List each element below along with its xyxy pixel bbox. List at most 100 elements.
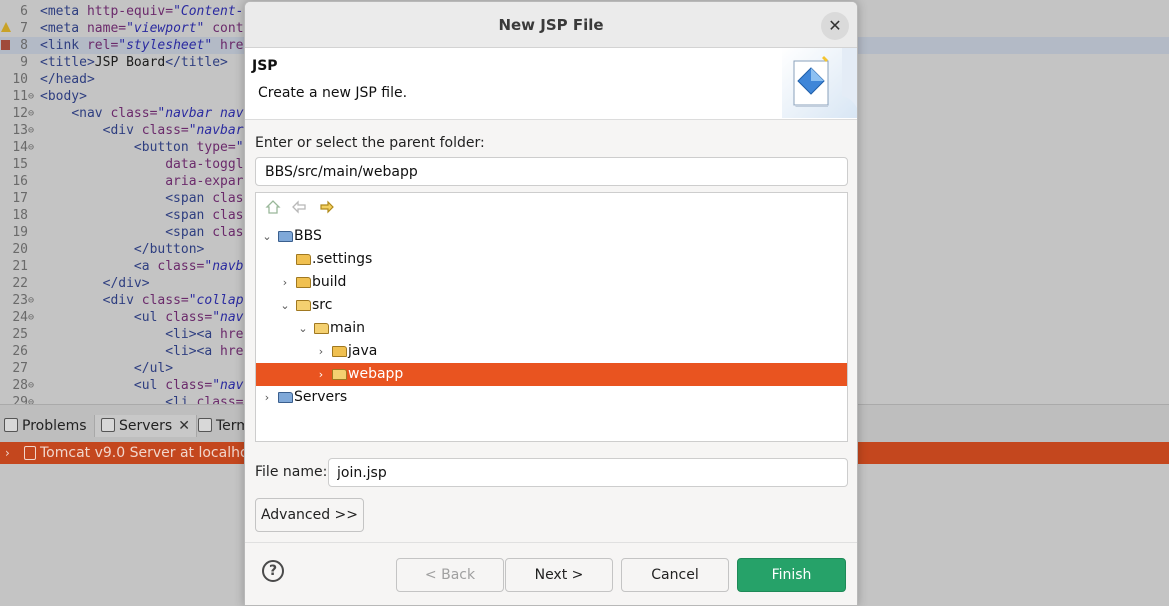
chevron-down-icon[interactable]: ⌄ (278, 294, 292, 317)
code-token: class= (196, 395, 244, 404)
line-number: 6 (20, 4, 28, 19)
tree-item-webapp[interactable]: › webapp (256, 363, 847, 386)
code-token: <span (165, 225, 213, 240)
fold-toggle-icon[interactable]: ⊖ (28, 394, 38, 404)
code-text: <ul class="nav (40, 309, 244, 326)
tree-item-build[interactable]: › build (256, 271, 847, 294)
fold-toggle-icon[interactable]: ⊖ (28, 292, 38, 309)
code-token: "viewport" (126, 21, 205, 36)
banner-title: JSP (252, 58, 278, 74)
code-token: <ul (133, 378, 166, 393)
code-token: <span (165, 208, 213, 223)
code-text: data-toggl (40, 156, 243, 173)
banner-description: Create a new JSP file. (258, 85, 408, 101)
code-token: "navbar (188, 123, 244, 138)
parent-folder-input[interactable] (255, 157, 848, 186)
close-icon: ✕ (828, 16, 842, 35)
line-number: 18 (12, 208, 28, 223)
code-token: clas (212, 191, 244, 206)
next-button[interactable]: Next > (505, 558, 613, 592)
tree-item-label: BBS (294, 228, 322, 244)
home-icon[interactable] (264, 199, 282, 217)
tree-item-bbs[interactable]: ⌄ BBS (256, 225, 847, 248)
tree-item-main[interactable]: ⌄ main (256, 317, 847, 340)
code-token: class= (141, 293, 189, 308)
line-number: 9 (20, 55, 28, 70)
forward-arrow-icon[interactable] (318, 199, 336, 217)
chevron-right-icon[interactable]: › (260, 386, 274, 409)
back-arrow-icon[interactable] (290, 199, 308, 217)
dialog-titlebar: New JSP File ✕ (245, 2, 857, 48)
code-text: </button> (40, 241, 204, 258)
advanced-button[interactable]: Advanced >> (255, 498, 364, 532)
fold-toggle-icon[interactable]: ⊖ (28, 88, 38, 105)
tab-terminal[interactable]: Term (198, 415, 250, 437)
fold-toggle-icon[interactable]: ⊖ (28, 309, 38, 326)
close-button[interactable]: ✕ (821, 12, 849, 40)
code-token: <li><a (165, 327, 221, 342)
folder-icon (296, 254, 311, 265)
back-button[interactable]: < Back (396, 558, 504, 592)
line-number: 17 (12, 191, 28, 206)
finish-button[interactable]: Finish (737, 558, 846, 592)
code-token: "collap (188, 293, 244, 308)
fold-toggle-icon[interactable]: ⊖ (28, 377, 38, 394)
code-text: </head> (40, 71, 95, 88)
code-token: rel= (86, 38, 119, 53)
folder-tree[interactable]: ⌄ BBS .settings › build ⌄ src ⌄ main › java › webapp… (255, 192, 848, 442)
line-number: 29 (12, 395, 28, 404)
fold-toggle-icon[interactable]: ⊖ (28, 139, 38, 156)
server-label: Tomcat v9.0 Server at localhost (40, 445, 262, 461)
chevron-down-icon[interactable]: ⌄ (260, 225, 274, 248)
file-name-input[interactable] (328, 458, 848, 487)
line-number: 21 (12, 259, 28, 274)
line-number: 28 (12, 378, 28, 393)
tab-servers[interactable]: Servers ✕ (94, 415, 197, 437)
chevron-right-icon[interactable]: › (5, 442, 10, 464)
close-icon[interactable]: ✕ (178, 418, 190, 434)
code-token: "nav (212, 310, 244, 325)
code-token: aria-expar (165, 174, 244, 189)
new-jsp-file-dialog: New JSP File ✕ JSP Create a new JSP file… (244, 1, 858, 606)
code-token: <ul (133, 310, 166, 325)
dialog-title: New JSP File (498, 16, 604, 34)
tree-item-servers[interactable]: › Servers (256, 386, 847, 409)
problems-icon (4, 418, 18, 432)
cancel-button[interactable]: Cancel (621, 558, 729, 592)
fold-toggle-icon[interactable]: ⊖ (28, 122, 38, 139)
chevron-right-icon[interactable]: › (278, 271, 292, 294)
code-text: <meta http-equiv="Content- (40, 3, 244, 20)
code-token: <title> (40, 55, 95, 70)
folder-open-icon (332, 369, 347, 380)
code-text: <span clas (40, 224, 243, 241)
tree-item-settings[interactable]: .settings (256, 248, 847, 271)
code-text: </ul> (40, 360, 173, 377)
tree-item-java[interactable]: › java (256, 340, 847, 363)
code-text: <a class="navb (40, 258, 244, 275)
code-token: <button (133, 140, 197, 155)
tree-item-src[interactable]: ⌄ src (256, 294, 847, 317)
fold-toggle-icon[interactable]: ⊖ (28, 105, 38, 122)
chevron-right-icon[interactable]: › (314, 363, 328, 386)
code-token: <li (165, 395, 197, 404)
chevron-right-icon[interactable]: › (314, 340, 328, 363)
code-token: class= (110, 106, 158, 121)
code-text: <span clas (40, 190, 244, 207)
code-token: "nav (212, 378, 244, 393)
tree-item-label: build (312, 274, 347, 290)
chevron-down-icon[interactable]: ⌄ (296, 317, 310, 340)
code-token: "stylesheet" (118, 38, 213, 53)
code-text: <nav class="navbar nav (40, 105, 243, 122)
code-token: cont (204, 21, 244, 36)
tree-item-label: .settings (312, 251, 373, 267)
help-button[interactable]: ? (262, 560, 284, 582)
line-number: 25 (12, 327, 28, 342)
tab-problems[interactable]: Problems (4, 415, 87, 437)
